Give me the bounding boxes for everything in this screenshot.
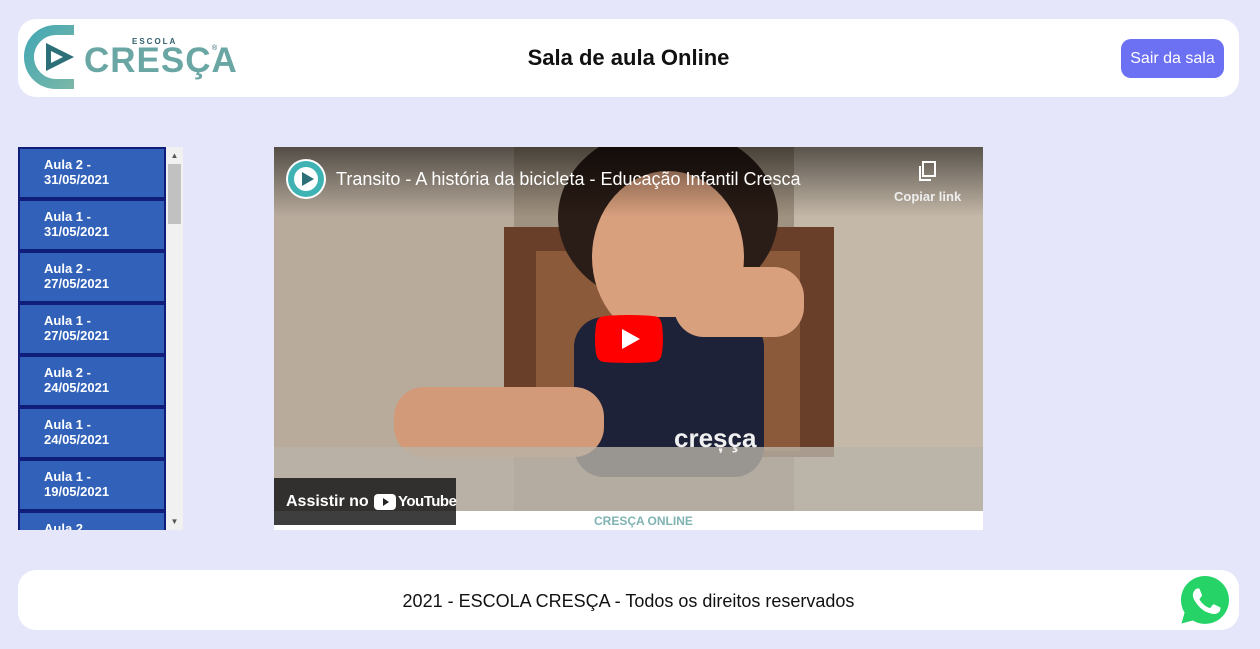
footer-copyright: 2021 - ESCOLA CRESÇA - Todos os direitos… bbox=[402, 591, 855, 611]
lesson-item-title: Aula 2 - bbox=[44, 157, 91, 172]
watch-on-youtube-button[interactable]: Assistir no YouTube bbox=[274, 478, 457, 525]
play-icon[interactable] bbox=[595, 315, 663, 363]
lesson-item[interactable]: Aula 1 -19/05/2021 bbox=[18, 459, 166, 511]
video-bottom-text: CRESÇA ONLINE bbox=[594, 514, 693, 528]
page-title: Sala de aula Online bbox=[527, 45, 730, 70]
video-title[interactable]: Transito - A história da bicicleta - Edu… bbox=[336, 169, 801, 190]
lesson-item-date: 24/05/2021 bbox=[44, 432, 110, 447]
lesson-item-date: 31/05/2021 bbox=[44, 172, 110, 187]
lesson-item-date: 27/05/2021 bbox=[44, 276, 110, 291]
lesson-item-title: Aula 2 bbox=[44, 521, 84, 530]
scroll-thumb[interactable] bbox=[168, 164, 181, 224]
lesson-list-scrollbar[interactable]: ▲ ▼ bbox=[166, 147, 183, 530]
footer: 2021 - ESCOLA CRESÇA - Todos os direitos… bbox=[18, 570, 1239, 630]
video-player[interactable]: creșça Transito - A história da biciclet… bbox=[274, 147, 983, 530]
lesson-item-date: 24/05/2021 bbox=[44, 380, 110, 395]
copy-link-label[interactable]: Copiar link bbox=[894, 189, 961, 204]
lesson-item-date: 27/05/2021 bbox=[44, 328, 110, 343]
scroll-down-arrow-icon[interactable]: ▼ bbox=[166, 513, 183, 530]
header: ESCOLA CRESÇA ® Sala de aula Online Sair… bbox=[18, 19, 1239, 97]
lesson-item-title: Aula 1 - bbox=[44, 417, 91, 432]
channel-avatar-icon[interactable] bbox=[286, 159, 326, 199]
lesson-item[interactable]: Aula 2 -27/05/2021 bbox=[18, 251, 166, 303]
youtube-logo-text: YouTube bbox=[398, 493, 457, 510]
lesson-item-title: Aula 2 - bbox=[44, 365, 91, 380]
lesson-items: Aula 2 -31/05/2021 Aula 1 -31/05/2021 Aula… bbox=[18, 147, 166, 530]
lesson-item[interactable]: Aula 1 -24/05/2021 bbox=[18, 407, 166, 459]
lesson-item-date: 31/05/2021 bbox=[44, 224, 110, 239]
lesson-item-title: Aula 2 - bbox=[44, 261, 91, 276]
scroll-up-arrow-icon[interactable]: ▲ bbox=[166, 147, 183, 164]
exit-room-button[interactable]: Sair da sala bbox=[1121, 39, 1224, 78]
svg-text:creșça: creșça bbox=[674, 423, 757, 453]
watch-on-label: Assistir no bbox=[286, 493, 369, 510]
lesson-list[interactable]: Aula 2 -31/05/2021 Aula 1 -31/05/2021 Aula… bbox=[18, 147, 183, 530]
lesson-item[interactable]: Aula 2 bbox=[18, 511, 166, 530]
lesson-item-title: Aula 1 - bbox=[44, 209, 91, 224]
lesson-item[interactable]: Aula 1 -27/05/2021 bbox=[18, 303, 166, 355]
whatsapp-icon[interactable] bbox=[1179, 574, 1231, 626]
copy-link-icon[interactable] bbox=[916, 160, 938, 182]
lesson-item[interactable]: Aula 2 -31/05/2021 bbox=[18, 147, 166, 199]
lesson-item-title: Aula 1 - bbox=[44, 313, 91, 328]
lesson-item-title: Aula 1 - bbox=[44, 469, 91, 484]
lesson-item-date: 19/05/2021 bbox=[44, 484, 110, 499]
lesson-item[interactable]: Aula 1 -31/05/2021 bbox=[18, 199, 166, 251]
lesson-item[interactable]: Aula 2 -24/05/2021 bbox=[18, 355, 166, 407]
